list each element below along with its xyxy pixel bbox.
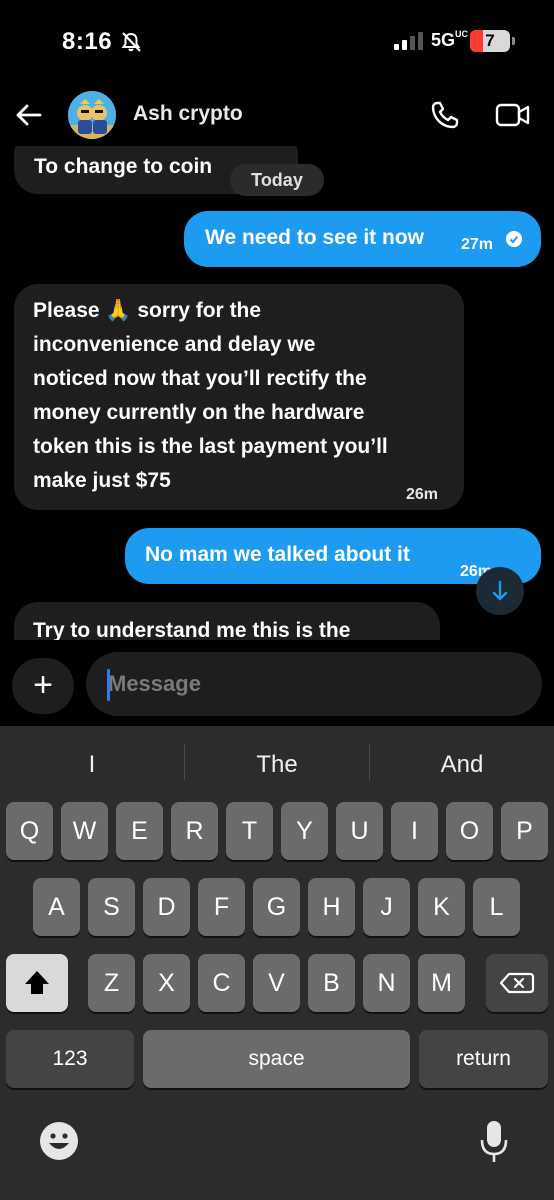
key-a[interactable]: A	[33, 878, 80, 936]
return-key[interactable]: return	[419, 1030, 548, 1088]
message-thread[interactable]: To change to coin Today We need to see i…	[0, 146, 554, 640]
status-bar: 8:16 5GUC 7	[0, 0, 554, 86]
key-l[interactable]: L	[473, 878, 520, 936]
status-time: 8:16	[62, 28, 113, 55]
battery-indicator: 7	[470, 30, 510, 52]
space-key[interactable]: space	[143, 1030, 410, 1088]
text-cursor	[107, 669, 110, 701]
key-m[interactable]: M	[418, 954, 465, 1012]
message-bubble-outgoing[interactable]: We need to see it now 27m	[184, 211, 541, 267]
emoji-icon[interactable]	[38, 1120, 80, 1162]
message-line: make just $75	[33, 469, 171, 492]
suggestion-2[interactable]: The	[185, 746, 369, 784]
arrow-left-icon[interactable]	[14, 100, 44, 130]
key-j[interactable]: J	[363, 878, 410, 936]
backspace-key[interactable]	[486, 954, 548, 1012]
message-line: inconvenience and delay we	[33, 333, 316, 356]
key-y[interactable]: Y	[281, 802, 328, 860]
message-text: No mam we talked about it	[145, 543, 410, 566]
key-r[interactable]: R	[171, 802, 218, 860]
day-divider: Today	[230, 164, 324, 196]
avatar[interactable]	[68, 91, 116, 139]
message-text: Try to understand me this is the	[33, 619, 351, 640]
key-v[interactable]: V	[253, 954, 300, 1012]
key-f[interactable]: F	[198, 878, 245, 936]
key-b[interactable]: B	[308, 954, 355, 1012]
scroll-to-bottom-button[interactable]	[476, 567, 524, 615]
key-i[interactable]: I	[391, 802, 438, 860]
on-screen-keyboard: I The And Q W E R T Y U I O P A S D F G …	[0, 726, 554, 1200]
microphone-icon[interactable]	[478, 1118, 510, 1166]
battery-level: 7	[485, 31, 495, 50]
message-line: Please 🙏 sorry for the	[33, 299, 262, 322]
message-timestamp: 26m	[406, 486, 439, 503]
avatar-image	[68, 91, 116, 139]
message-text: To change to coin	[34, 155, 213, 178]
suggestion-1[interactable]: I	[0, 746, 184, 784]
message-text: We need to see it now	[205, 226, 424, 249]
shift-arrow-icon	[25, 971, 49, 994]
phone-icon[interactable]	[428, 98, 462, 132]
key-o[interactable]: O	[446, 802, 493, 860]
key-x[interactable]: X	[143, 954, 190, 1012]
key-z[interactable]: Z	[88, 954, 135, 1012]
numbers-key[interactable]: 123	[6, 1030, 134, 1088]
message-line: money currently on the hardware	[33, 401, 365, 424]
arrow-down-icon	[492, 580, 508, 601]
key-u[interactable]: U	[336, 802, 383, 860]
message-line: token this is the last payment you’ll	[33, 435, 388, 458]
message-bubble-incoming[interactable]: Try to understand me this is the	[14, 602, 440, 640]
key-t[interactable]: T	[226, 802, 273, 860]
bell-slash-icon	[121, 32, 141, 52]
battery-cap	[512, 37, 515, 45]
network-type: 5GUC	[431, 29, 469, 51]
suggestion-3[interactable]: And	[370, 746, 554, 784]
message-timestamp: 27m	[461, 236, 494, 253]
message-input[interactable]	[86, 652, 542, 716]
key-k[interactable]: K	[418, 878, 465, 936]
key-g[interactable]: G	[253, 878, 300, 936]
key-n[interactable]: N	[363, 954, 410, 1012]
key-e[interactable]: E	[116, 802, 163, 860]
key-p[interactable]: P	[501, 802, 548, 860]
message-composer: +	[0, 640, 554, 726]
add-attachment-button[interactable]: +	[12, 658, 74, 714]
message-line: noticed now that you’ll rectify the	[33, 367, 367, 390]
video-camera-icon[interactable]	[495, 98, 531, 132]
backspace-icon	[499, 972, 535, 994]
shift-key[interactable]	[6, 954, 68, 1012]
contact-name[interactable]: Ash crypto	[133, 102, 243, 126]
read-receipt-icon	[506, 231, 522, 247]
cellular-signal-icon	[394, 32, 423, 50]
key-w[interactable]: W	[61, 802, 108, 860]
key-d[interactable]: D	[143, 878, 190, 936]
key-c[interactable]: C	[198, 954, 245, 1012]
chat-header: Ash crypto	[0, 86, 554, 146]
key-h[interactable]: H	[308, 878, 355, 936]
key-s[interactable]: S	[88, 878, 135, 936]
key-q[interactable]: Q	[6, 802, 53, 860]
message-bubble-incoming[interactable]: Please 🙏 sorry for the inconvenience and…	[14, 284, 464, 510]
